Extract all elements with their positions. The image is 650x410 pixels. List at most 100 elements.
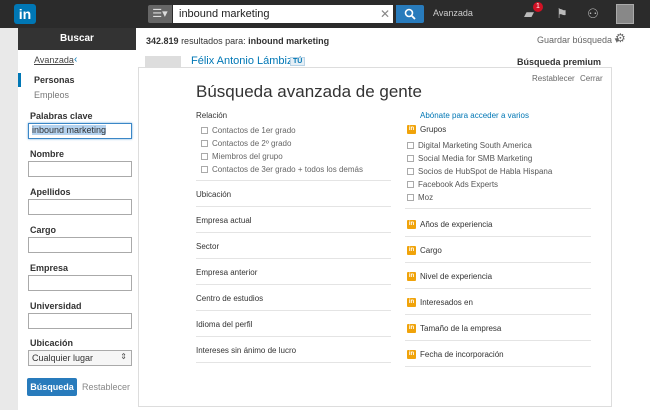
premium-search-label: Búsqueda premium xyxy=(517,57,602,67)
divider xyxy=(405,288,591,289)
results-count: 342.819 resultados para: inbound marketi… xyxy=(146,36,330,46)
relation-option[interactable]: Miembros del grupo xyxy=(201,152,283,161)
advanced-search-sidebar: Buscar Avanzada ‹ Personas Empleos Palab… xyxy=(18,28,136,410)
sidebar-reset-link[interactable]: Restablecer xyxy=(82,382,130,392)
divider xyxy=(196,362,391,363)
relation-option[interactable]: Contactos de 1er grado xyxy=(201,126,296,135)
search-button[interactable] xyxy=(396,5,424,23)
relation-label: Relación xyxy=(196,111,228,120)
submit-search-button[interactable]: Búsqueda xyxy=(27,378,77,396)
divider xyxy=(405,366,591,367)
title-field[interactable] xyxy=(28,237,132,253)
groups-label[interactable]: Grupos xyxy=(420,125,446,134)
panel-reset-link[interactable]: Restablecer xyxy=(532,74,575,83)
divider xyxy=(405,314,591,315)
divider xyxy=(196,206,391,207)
location-label: Ubicación xyxy=(30,338,74,348)
search-icon xyxy=(404,8,416,20)
filter-location[interactable]: Ubicación xyxy=(196,190,231,199)
filter-years-experience[interactable]: Años de experiencia xyxy=(420,220,493,229)
flag-icon[interactable]: ⚑ xyxy=(553,5,571,23)
type-jobs[interactable]: Empleos xyxy=(34,90,69,100)
divider xyxy=(196,180,391,181)
premium-badge-icon: in xyxy=(407,220,416,229)
add-contact-icon[interactable]: ⚇ xyxy=(584,5,602,23)
filter-school[interactable]: Centro de estudios xyxy=(196,294,263,303)
divider xyxy=(196,284,391,285)
divider xyxy=(196,336,391,337)
you-badge: TÚ xyxy=(290,57,306,66)
advanced-search-link[interactable]: Avanzada xyxy=(433,8,473,18)
filter-profile-language[interactable]: Idioma del perfil xyxy=(196,320,252,329)
filter-industry[interactable]: Sector xyxy=(196,242,219,251)
checkbox[interactable] xyxy=(201,127,208,134)
checkbox[interactable] xyxy=(407,142,414,149)
group-option[interactable]: Digital Marketing South America xyxy=(407,141,532,150)
last-name-field[interactable] xyxy=(28,199,132,215)
school-label: Universidad xyxy=(30,301,82,311)
list-icon: ☰▾ xyxy=(152,8,168,20)
top-navbar: in ☰▾ ✕ Avanzada ▰ 1 ⚑ ⚇ xyxy=(0,0,650,28)
first-name-field[interactable] xyxy=(28,161,132,177)
checkbox[interactable] xyxy=(407,194,414,201)
search-tab-button[interactable]: Buscar xyxy=(18,28,136,50)
save-search-dropdown[interactable]: Guardar búsqueda ▾ xyxy=(537,35,619,46)
relation-option[interactable]: Contactos de 2º grado xyxy=(201,139,291,148)
select-arrows-icon: ⇕ xyxy=(120,352,127,361)
divider xyxy=(405,262,591,263)
divider xyxy=(405,340,591,341)
company-field[interactable] xyxy=(28,275,132,291)
group-option[interactable]: Social Media for SMB Marketing xyxy=(407,154,532,163)
group-option[interactable]: Facebook Ads Experts xyxy=(407,180,498,189)
filter-join-date[interactable]: Fecha de incorporación xyxy=(420,350,504,359)
premium-upsell-link[interactable]: Abónate para acceder a varios xyxy=(420,111,529,120)
checkbox[interactable] xyxy=(407,155,414,162)
advanced-tab[interactable]: Avanzada xyxy=(34,55,74,65)
keywords-label: Palabras clave xyxy=(30,111,93,121)
checkbox[interactable] xyxy=(201,166,208,173)
filter-current-company[interactable]: Empresa actual xyxy=(196,216,252,225)
search-category-button[interactable]: ☰▾ xyxy=(148,5,172,23)
title-label: Cargo xyxy=(30,225,57,235)
panel-close-link[interactable]: Cerrar xyxy=(580,74,603,83)
premium-badge-icon: in xyxy=(407,246,416,255)
first-name-label: Nombre xyxy=(30,149,65,159)
checkbox[interactable] xyxy=(201,153,208,160)
filter-interested-in[interactable]: Interesados en xyxy=(420,298,473,307)
last-name-label: Apellidos xyxy=(30,187,71,197)
checkbox[interactable] xyxy=(407,168,414,175)
school-field[interactable] xyxy=(28,313,132,329)
relation-option[interactable]: Contactos de 3er grado + todos los demás xyxy=(201,165,363,174)
advanced-people-search-panel: Búsqueda avanzada de gente Restablecer C… xyxy=(138,67,612,407)
divider xyxy=(196,258,391,259)
avatar[interactable] xyxy=(616,4,634,24)
result-name[interactable]: Félix Antonio Lámbiz xyxy=(191,55,293,67)
divider xyxy=(196,232,391,233)
linkedin-logo[interactable]: in xyxy=(14,4,36,24)
selected-indicator xyxy=(18,73,21,87)
keywords-field[interactable]: inbound marketing xyxy=(28,123,132,139)
premium-badge-icon: in xyxy=(407,125,416,134)
premium-badge-icon: in xyxy=(407,350,416,359)
filter-seniority[interactable]: Nivel de experiencia xyxy=(420,272,492,281)
checkbox[interactable] xyxy=(201,140,208,147)
clear-search-icon[interactable]: ✕ xyxy=(378,5,392,23)
filter-nonprofit-interests[interactable]: Intereses sin ánimo de lucro xyxy=(196,346,296,355)
group-option[interactable]: Moz xyxy=(407,193,433,202)
filter-past-company[interactable]: Empresa anterior xyxy=(196,268,257,277)
divider xyxy=(196,310,391,311)
premium-badge-icon: in xyxy=(407,298,416,307)
filter-company-size[interactable]: Tamaño de la empresa xyxy=(420,324,501,333)
checkbox[interactable] xyxy=(407,181,414,188)
search-input[interactable] xyxy=(173,5,393,23)
group-option[interactable]: Socios de HubSpot de Habla Hispana xyxy=(407,167,552,176)
gear-icon[interactable]: ⚙ xyxy=(615,31,626,45)
location-select[interactable]: Cualquier lugar ⇕ xyxy=(28,350,132,366)
divider xyxy=(405,208,591,209)
premium-badge-icon: in xyxy=(407,324,416,333)
chevron-left-icon[interactable]: ‹ xyxy=(74,54,77,65)
panel-title: Búsqueda avanzada de gente xyxy=(196,82,422,101)
type-people[interactable]: Personas xyxy=(34,75,75,85)
filter-title-premium[interactable]: Cargo xyxy=(420,246,442,255)
premium-badge-icon: in xyxy=(407,272,416,281)
